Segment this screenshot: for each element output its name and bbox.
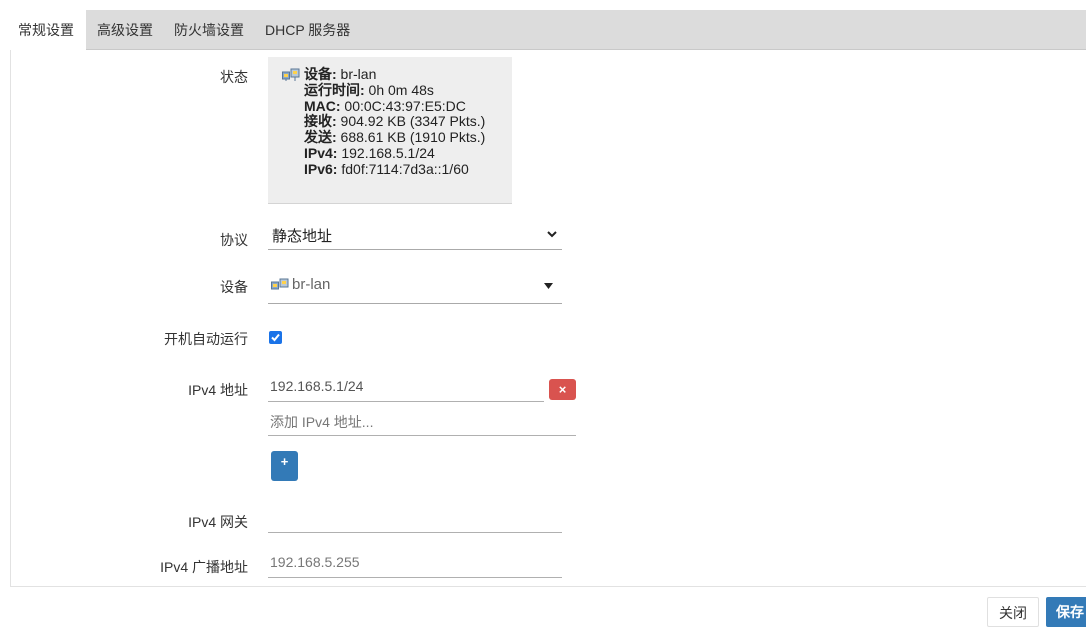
protocol-select[interactable]: 静态地址 [268,223,562,250]
status-tx: 发送: 688.61 KB (1910 Pkts.) [304,129,486,146]
save-button[interactable]: 保存 [1046,597,1086,627]
status-ipv6: IPv6: fd0f:7114:7d3a::1/60 [304,160,469,177]
remove-ipv4-button[interactable]: × [549,379,576,400]
autostart-checkbox[interactable] [269,331,282,344]
status-details: 设备: br-lan 运行时间: 0h 0m 48s MAC: 00:0C:43… [304,66,486,178]
tab-bar: 常规设置 高级设置 防火墙设置 DHCP 服务器 [10,10,1086,51]
status-device: 设备: br-lan [304,66,377,82]
status-mac: MAC: 00:0C:43:97:E5:DC [304,97,466,114]
caret-down-icon [544,283,553,289]
ipv4-broadcast-label: IPv4 广播地址 [160,559,248,575]
tab-dhcp[interactable]: DHCP 服务器 [257,10,358,50]
add-ipv4-placeholder: 添加 IPv4 地址... [270,414,374,430]
status-rx: 接收: 904.92 KB (3347 Pkts.) [304,113,486,130]
checkmark-icon [271,333,280,342]
status-ipv4: IPv4: 192.168.5.1/24 [304,144,435,161]
add-ipv4-input[interactable]: 添加 IPv4 地址... [268,408,576,436]
protocol-label: 协议 [220,232,248,248]
ipv4-broadcast-input[interactable]: 192.168.5.255 [268,550,562,578]
autostart-label: 开机自动运行 [164,331,248,347]
ipv4-broadcast-placeholder: 192.168.5.255 [270,554,360,570]
tab-general[interactable]: 常规设置 [10,10,86,51]
chevron-down-icon [547,231,557,238]
ipv4-address-label: IPv4 地址 [188,382,248,398]
tab-advanced[interactable]: 高级设置 [89,10,161,50]
status-uptime: 运行时间: 0h 0m 48s [304,81,434,98]
add-ipv4-button[interactable]: + [271,451,298,481]
device-select[interactable]: br-lan [268,272,562,304]
network-device-icon [282,68,300,81]
device-value: br-lan [292,276,331,293]
ipv4-gateway-input[interactable] [268,505,562,533]
device-label: 设备 [220,279,248,295]
protocol-value: 静态地址 [272,228,333,245]
ipv4-gateway-label: IPv4 网关 [188,514,248,530]
ipv4-address-input[interactable]: 192.168.5.1/24 [268,374,544,402]
tab-firewall[interactable]: 防火墙设置 [166,10,252,50]
status-box: 设备: br-lan 运行时间: 0h 0m 48s MAC: 00:0C:43… [268,57,512,204]
close-button[interactable]: 关闭 [987,597,1039,627]
ipv4-address-value: 192.168.5.1/24 [270,378,364,394]
network-device-icon [271,278,289,290]
status-label: 状态 [220,69,248,85]
